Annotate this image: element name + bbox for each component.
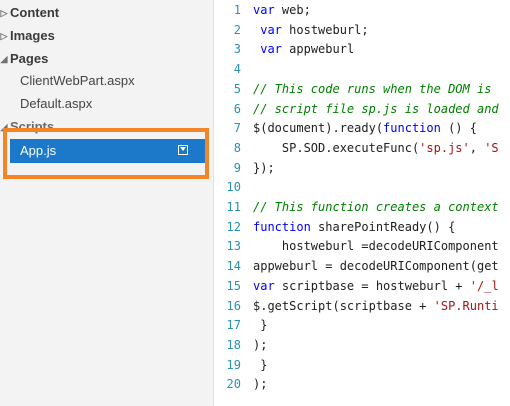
code-token: var [253, 3, 275, 17]
line-number: 6 [233, 101, 241, 116]
line-number: 17 [226, 318, 241, 333]
file-label: Default.aspx [20, 96, 93, 111]
line-number: 4 [233, 62, 241, 77]
code-line[interactable]: // script file sp.js is loaded and [253, 100, 499, 119]
file-label: ClientWebPart.aspx [20, 73, 135, 88]
code-editor[interactable]: 1 2 3 4 5 6 7 8 9 10 11 12 13 14 15 16 17 18 19 20 var web;… [214, 0, 510, 406]
code-token: , [469, 140, 485, 155]
code-token: 'SP.Runti [433, 298, 499, 313]
collapsed-arrow-icon[interactable]: ▷ [0, 3, 9, 23]
line-number: 9 [233, 160, 241, 175]
code-line[interactable]: // This function creates a context [253, 198, 499, 217]
code-token: // This function creates a context [253, 200, 499, 214]
code-token: $.getScript(scriptbase + [253, 298, 434, 313]
line-number: 10 [226, 180, 241, 195]
folder-label: Images [10, 28, 55, 43]
highlight-annotation [3, 128, 209, 179]
line-number: 13 [226, 239, 241, 254]
code-token: hostweburl =decodeURIComponent [253, 239, 499, 254]
code-line[interactable]: }); [253, 159, 275, 178]
code-token: var [260, 42, 282, 57]
expanded-arrow-icon[interactable]: ◢ [0, 49, 9, 69]
code-token: ); [253, 337, 268, 352]
code-token: appweburl = decodeURIComponent(get [253, 259, 499, 274]
folder-label: Content [10, 5, 60, 20]
code-token: } [253, 318, 268, 333]
code-line[interactable]: var scriptbase = hostweburl + '/_l [253, 277, 499, 296]
line-number: 15 [226, 278, 241, 293]
code-token: // script file sp.js is loaded and [253, 101, 499, 116]
code-line[interactable]: var hostweburl; [253, 21, 369, 40]
line-number: 5 [233, 81, 241, 96]
folder-label: Pages [10, 51, 49, 66]
code-token: scriptbase = hostweburl + [274, 278, 470, 293]
code-line[interactable]: } [253, 316, 267, 335]
code-token: }); [253, 160, 275, 175]
line-number: 12 [226, 219, 241, 234]
code-token: web; [274, 3, 311, 17]
code-line[interactable]: var appweburl [253, 40, 354, 59]
code-line[interactable]: $.getScript(scriptbase + 'SP.Runti [253, 297, 499, 316]
code-token: ); [253, 377, 268, 392]
code-token: var [253, 278, 275, 293]
line-number: 14 [226, 259, 241, 274]
line-number: 16 [226, 298, 241, 313]
code-token: function [383, 121, 441, 136]
code-line[interactable]: SP.SOD.executeFunc('sp.js', 'S [253, 139, 499, 158]
line-number: 7 [233, 121, 241, 136]
line-number: 8 [233, 140, 241, 155]
code-token: var [260, 22, 282, 37]
code-line[interactable]: ); [253, 336, 267, 355]
line-number: 19 [226, 357, 241, 372]
code-token: sharePointReady() { [310, 219, 456, 234]
code-token: '/_l [469, 278, 499, 293]
line-number: 2 [233, 22, 241, 37]
line-number: 3 [233, 42, 241, 57]
code-token: SP.SOD.executeFunc( [253, 140, 420, 155]
code-token: appweburl [281, 42, 355, 57]
line-number: 20 [226, 377, 241, 392]
code-token: 'sp.js' [419, 140, 470, 155]
code-line[interactable]: } [253, 356, 267, 375]
code-token: hostweburl; [281, 22, 369, 37]
code-token: $(document).ready( [253, 121, 384, 136]
line-number: 11 [226, 200, 241, 214]
code-line[interactable]: // This code runs when the DOM is [253, 80, 491, 99]
code-line[interactable]: function sharePointReady() { [253, 218, 455, 237]
line-number: 18 [226, 337, 241, 352]
code-token: 'S [484, 140, 499, 155]
code-line[interactable]: appweburl = decodeURIComponent(get [253, 257, 499, 276]
collapsed-arrow-icon[interactable]: ▷ [0, 26, 9, 46]
code-line[interactable]: ); [253, 375, 267, 394]
line-number: 1 [233, 3, 241, 17]
line-number-gutter: 1 2 3 4 5 6 7 8 9 10 11 12 13 14 15 16 17 18 19 20 [214, 0, 244, 406]
solution-explorer: ▷ Content ▷ Images ◢ Pages ClientWebPart… [0, 0, 213, 406]
code-line[interactable]: hostweburl =decodeURIComponent [253, 237, 499, 256]
code-line[interactable]: $(document).ready(function () { [253, 119, 477, 138]
code-token: () { [440, 121, 477, 136]
code-line[interactable]: var web; [253, 1, 311, 20]
code-token: } [253, 357, 268, 372]
code-token: // This code runs when the DOM is [253, 81, 492, 96]
code-token: function [253, 219, 311, 234]
